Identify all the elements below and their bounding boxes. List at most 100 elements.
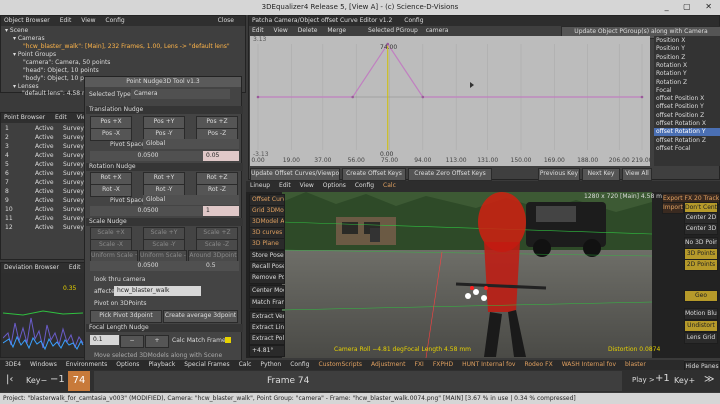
channel-item[interactable]: offset Focal [654,145,720,153]
menu-ce-delete[interactable]: Delete [298,27,318,34]
channel-item[interactable]: Rotation X [654,62,720,70]
update-offset-curves-button[interactable]: Update Offset Curves/Viewport [250,168,340,181]
bottom-tab[interactable]: Windows [30,361,57,368]
pick-pivot-button[interactable]: Pick Pivot 3dpoint [90,310,162,323]
channel-item[interactable]: Position Y [654,45,720,53]
curve-key-point[interactable] [256,95,260,99]
tree-cameras[interactable]: ▾ Cameras [13,35,45,43]
curve-key-point[interactable] [351,95,354,99]
channel-item[interactable]: Focal [654,87,720,95]
remove-pose-button[interactable]: Remove Pose [249,272,285,284]
bottom-tab[interactable]: HUNT Internal fov [462,361,515,368]
bottom-tab[interactable]: blaster [625,361,646,368]
tree-camera-item[interactable]: "hcw_blaster_walk": [Main], 232 Frames, … [23,43,230,51]
bottom-tab[interactable]: Rodeo FX [524,361,552,368]
previous-key-button[interactable]: Previous Key [538,168,580,181]
curve-key-point[interactable] [640,95,644,99]
move-selected-models-label[interactable]: Move selected 3DModels along with Scene [94,352,222,359]
channel-item[interactable]: offset Position Y [654,103,720,111]
curve-series-line[interactable] [258,42,642,98]
rotation-value-field[interactable]: 1 [203,206,239,216]
bottom-tab[interactable]: Python [260,361,281,368]
curve-key-point[interactable] [421,95,425,99]
menu-ce-merge[interactable]: Merge [327,27,346,34]
channel-item[interactable]: offset Rotation Z [654,137,720,145]
tree-pg-camera[interactable]: "camera": Camera, 50 points [23,59,110,67]
focal-minus-button[interactable]: − [120,335,144,348]
translation-value-field[interactable]: 0.05 [203,151,239,161]
key-prev-button[interactable]: Key− [26,376,47,385]
create-zero-offset-keys-button[interactable]: Create Zero Offset Keys [408,168,492,181]
bottom-tab[interactable]: CustomScripts [319,361,363,368]
bottom-tab[interactable]: 3DE4 [5,361,21,368]
key-next-button[interactable]: Key+ [674,376,695,385]
timeline-end-icon[interactable]: ≫ [704,374,714,385]
calc-match-frame-label[interactable]: Calc Match Frame [172,337,226,344]
view-all-button[interactable]: View All [622,168,652,181]
curve-graph-area[interactable]: 0.00 19.00 37.00 56.00 75.00 94.00 113.00 131.0… [250,36,653,166]
rotation-pivot-select[interactable]: Global [143,195,239,205]
menu-point-browser[interactable]: Point Browser [4,114,45,121]
menu-object-browser[interactable]: Object Browser [4,17,50,24]
bottom-tab[interactable]: FXI [414,361,423,368]
bottom-tab[interactable]: Calc [239,361,252,368]
bottom-tab[interactable]: Config [290,361,309,368]
menu-pb-edit[interactable]: Edit [55,114,67,121]
menu-config[interactable]: Config [105,17,124,24]
translation-pivot-select[interactable]: Global [143,139,239,149]
step-forward-button[interactable]: +1 [655,373,670,384]
menu-view[interactable]: View [81,17,95,24]
undistort-button[interactable]: Undistort [684,320,718,332]
menu-edit[interactable]: Edit [60,17,72,24]
translation-step-slider[interactable]: 0.0500 [90,151,203,161]
play-button[interactable]: Play > [632,376,655,384]
menu-ce-edit[interactable]: Edit [252,27,264,34]
center-models-button[interactable]: Center Models [249,285,285,297]
viewport[interactable] [246,192,720,359]
match-frame-button[interactable]: Match Frame [249,297,285,309]
scale-step-slider[interactable]: 0.0500 [90,261,203,271]
pos-minus-x-button[interactable]: Pos -X [90,128,132,141]
3d-plane-button[interactable]: 3D Plane [249,238,285,250]
channel-item[interactable]: Rotation Z [654,79,720,87]
channel-item[interactable]: Position X [654,37,720,45]
curve-graph[interactable]: 0.00 19.00 37.00 56.00 75.00 94.00 113.00 131.0… [250,36,653,166]
channel-item[interactable]: offset Rotation Y [654,128,720,137]
selected-pgroup-value[interactable]: camera [426,27,449,34]
menu-ce-view[interactable]: View [274,27,288,34]
2d-points-button[interactable]: 2D Points [684,259,718,271]
import-fx-button[interactable]: Import FX [662,202,684,214]
create-offset-keys-button[interactable]: Create Offset Keys [342,168,406,181]
tree-point-groups[interactable]: ▾ Point Groups [13,51,56,59]
timeline-start-icon[interactable]: |‹ [6,374,13,385]
selected-type-select[interactable]: Camera [131,89,230,99]
tree-default-lens[interactable]: "default lens": 4.58 mm [22,90,94,97]
affected-field[interactable]: hcw_blaster_walk [114,286,201,296]
scale-value-field[interactable]: 0.5 [203,261,239,271]
geo-button[interactable]: Geo [684,290,718,302]
extract-polygon-button[interactable]: Extract Polygon [249,333,285,345]
timeline-scrubber[interactable] [94,371,622,391]
look-thru-camera-label[interactable]: look thru camera [94,276,145,283]
menu-vp-calc[interactable]: Calc [383,182,396,189]
menu-deviation-browser[interactable]: Deviation Browser [4,264,59,271]
lens-grid-button[interactable]: Lens Grid [684,332,718,344]
channel-item[interactable]: Position Z [654,54,720,62]
curve-editor-config-menu[interactable]: Config [404,17,423,24]
menu-vp-config[interactable]: Config [355,182,374,189]
focal-step-field[interactable]: 0.1 [90,335,119,345]
menu-vp-lineup[interactable]: Lineup [250,182,270,189]
bottom-tab[interactable]: Special Frames [184,361,229,368]
create-average-button[interactable]: Create average 3dpoint [163,310,238,323]
bottom-tab[interactable]: FXPHD [433,361,453,368]
calc-match-frame-checkbox[interactable] [225,337,231,343]
channel-item[interactable]: offset Position X [654,95,720,103]
next-key-button[interactable]: Next Key [582,168,620,181]
rotation-step-slider[interactable]: 0.0500 [90,206,203,216]
menu-vp-edit[interactable]: Edit [279,182,291,189]
menu-vp-view[interactable]: View [300,182,314,189]
motion-blur-button[interactable]: Motion Blur [684,308,718,320]
tree-pg-head[interactable]: "head": Object, 10 points [23,67,99,75]
bottom-tab[interactable]: WASH Internal fov [562,361,616,368]
focal-plus-button[interactable]: + [145,335,169,348]
